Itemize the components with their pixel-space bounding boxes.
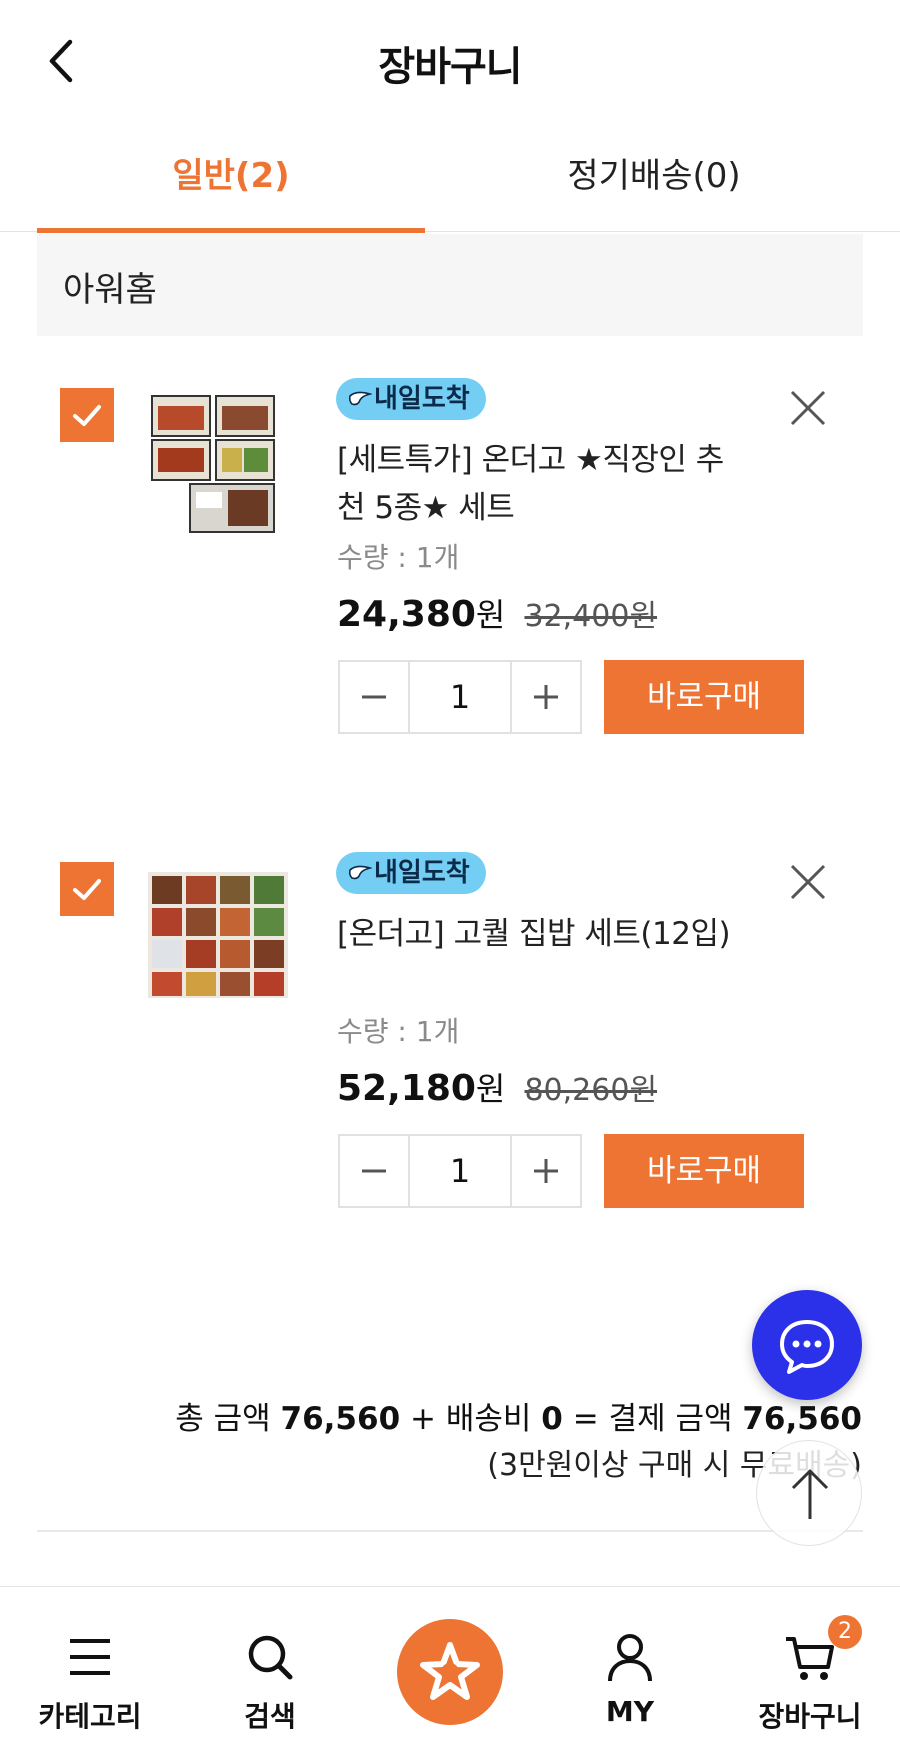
cart-item: 내일도착 [세트특가] 온더고 ★직장인 추천 5종★ 세트 수량 : 1개 2… [0, 366, 900, 786]
cart-count-badge: 2 [828, 1615, 862, 1649]
product-name[interactable]: [세트특가] 온더고 ★직장인 추천 5종★ 세트 [337, 436, 737, 532]
nav-home-button[interactable] [397, 1619, 503, 1725]
nav-category[interactable]: 카테고리 [15, 1587, 165, 1760]
item-checkbox[interactable] [60, 862, 114, 916]
sale-price: 52,180 [337, 1068, 476, 1109]
nav-cart-label: 장바구니 [758, 1700, 862, 1733]
checkmark-icon [73, 405, 101, 426]
decrease-button[interactable] [340, 662, 408, 732]
price-line: 24,380원 32,400원 [337, 590, 657, 636]
buy-now-button[interactable]: 바로구매 [604, 1134, 804, 1208]
delivery-badge: 내일도착 [336, 378, 486, 420]
checkmark-icon [73, 879, 101, 900]
tab-general[interactable]: 일반(2) [37, 140, 425, 233]
increase-button[interactable] [512, 1136, 580, 1206]
shipping-amount: 0 [541, 1401, 563, 1437]
plus-sign: + [410, 1401, 436, 1437]
user-icon [608, 1634, 652, 1682]
payment-label: 결제 금액 [608, 1401, 733, 1437]
scroll-top-button[interactable] [756, 1440, 862, 1546]
bottom-navigation: 카테고리 검색 MY 2 장바구니 [0, 1586, 900, 1760]
search-icon [248, 1635, 293, 1680]
nav-category-label: 카테고리 [38, 1700, 142, 1733]
cart-tabs: 일반(2) 정기배송(0) [0, 140, 900, 233]
store-header: 아워홈 [37, 234, 863, 336]
product-name[interactable]: [온더고] 고퀄 집밥 세트(12입) [337, 910, 737, 958]
delivery-badge-label: 내일도착 [374, 858, 470, 888]
delivery-badge-label: 내일도착 [374, 384, 470, 414]
decrease-button[interactable] [340, 1136, 408, 1206]
arrow-up-icon [791, 1469, 829, 1519]
original-price: 80,260원 [524, 1073, 658, 1108]
plus-icon [534, 1159, 558, 1183]
item-checkbox[interactable] [60, 388, 114, 442]
nav-cart[interactable]: 2 장바구니 [735, 1587, 885, 1760]
close-icon[interactable] [788, 388, 828, 428]
tab-subscription[interactable]: 정기배송(0) [460, 140, 848, 232]
total-label: 총 금액 [175, 1401, 271, 1437]
app-header: 장바구니 [0, 0, 900, 120]
shipping-label: 배송비 [445, 1401, 532, 1437]
quantity-stepper: 1 [338, 660, 582, 734]
delivery-badge: 내일도착 [336, 852, 486, 894]
nav-search[interactable]: 검색 [195, 1587, 345, 1760]
wing-icon [348, 865, 372, 880]
menu-icon [70, 1639, 110, 1675]
plus-icon [534, 685, 558, 709]
payment-amount: 76,560 [742, 1401, 862, 1437]
nav-search-label: 검색 [244, 1700, 296, 1733]
chat-button[interactable] [752, 1290, 862, 1400]
quantity-label: 수량 : 1개 [337, 1015, 460, 1048]
buy-now-button[interactable]: 바로구매 [604, 660, 804, 734]
close-icon[interactable] [788, 862, 828, 902]
total-amount: 76,560 [280, 1401, 401, 1437]
chat-bubble-icon [780, 1320, 834, 1374]
quantity-value[interactable]: 1 [408, 662, 512, 732]
store-name: 아워홈 [63, 270, 157, 310]
wing-icon [348, 391, 372, 406]
increase-button[interactable] [512, 662, 580, 732]
quantity-label: 수량 : 1개 [337, 541, 460, 574]
cart-item: 내일도착 [온더고] 고퀄 집밥 세트(12입) 수량 : 1개 52,180원… [0, 840, 900, 1260]
price-line: 52,180원 80,260원 [337, 1064, 657, 1110]
minus-icon [362, 1169, 386, 1173]
product-image[interactable] [148, 860, 288, 1010]
nav-my-label: MY [605, 1695, 655, 1728]
product-image[interactable] [148, 386, 288, 536]
quantity-stepper: 1 [338, 1134, 582, 1208]
sale-price: 24,380 [337, 594, 476, 635]
equals-sign: = [572, 1401, 599, 1437]
currency-unit: 원 [475, 1070, 506, 1108]
page-title: 장바구니 [378, 44, 522, 90]
divider [37, 1530, 863, 1532]
quantity-value[interactable]: 1 [408, 1136, 512, 1206]
star-logo-icon [420, 1642, 480, 1700]
currency-unit: 원 [475, 596, 506, 634]
nav-my[interactable]: MY [555, 1587, 705, 1760]
minus-icon [362, 695, 386, 699]
original-price: 32,400원 [524, 599, 658, 634]
